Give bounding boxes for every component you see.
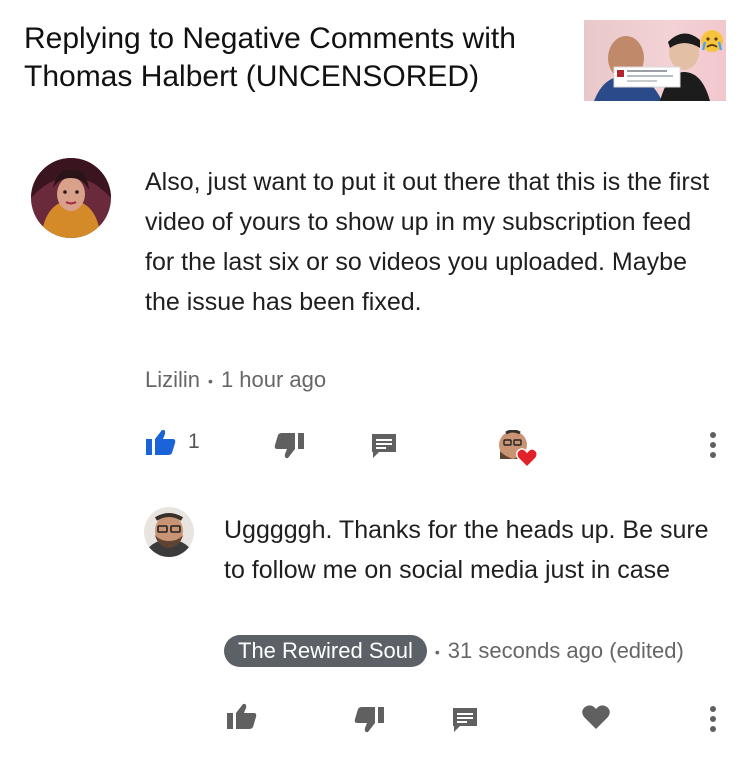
video-thumbnail[interactable]	[584, 20, 726, 101]
like-count: 1	[188, 430, 200, 453]
reply-time-text: 31 seconds ago (edited)	[447, 638, 684, 663]
reply-dislike-button[interactable]	[353, 706, 385, 734]
video-title[interactable]: Replying to Negative Comments with Thoma…	[24, 20, 569, 96]
comment-icon	[453, 708, 477, 732]
comment-text: Also, just want to put it out there that…	[145, 168, 710, 316]
meta-separator: •	[434, 644, 440, 661]
meta-separator: •	[208, 373, 213, 390]
dislike-button[interactable]	[273, 432, 305, 460]
heart-icon	[582, 705, 610, 729]
reply-text: Ugggggh. Thanks for the heads up. Be sur…	[224, 516, 709, 584]
reply-reply-button[interactable]	[451, 706, 479, 734]
more-vert-icon	[710, 706, 716, 732]
comment-meta: Lizilin • 1 hour ago	[145, 367, 326, 393]
reply-more-options-button[interactable]	[704, 704, 722, 734]
reply-timestamp[interactable]: • 31 seconds ago (edited)	[435, 638, 684, 664]
thumbs-up-icon	[146, 429, 176, 455]
reply-like-button[interactable]	[226, 702, 258, 730]
comment-icon	[372, 434, 396, 458]
reply-meta: The Rewired Soul • 31 seconds ago (edited…	[224, 635, 684, 667]
reply-button[interactable]	[370, 432, 398, 460]
heart-button[interactable]	[581, 704, 611, 730]
comment-author[interactable]: Lizilin	[145, 367, 200, 392]
creator-heart	[498, 429, 538, 470]
more-options-button[interactable]	[704, 430, 722, 460]
creator-author-badge[interactable]: The Rewired Soul	[224, 635, 427, 667]
reply-avatar[interactable]	[144, 507, 194, 557]
comment-timestamp[interactable]: 1 hour ago	[221, 367, 326, 392]
like-button[interactable]	[145, 428, 177, 456]
thumbs-down-icon	[354, 707, 384, 733]
avatar[interactable]	[31, 158, 111, 238]
thumbs-down-icon	[274, 433, 304, 459]
more-vert-icon	[710, 432, 716, 458]
heart-icon	[516, 448, 538, 468]
thumbs-up-icon	[227, 703, 257, 729]
